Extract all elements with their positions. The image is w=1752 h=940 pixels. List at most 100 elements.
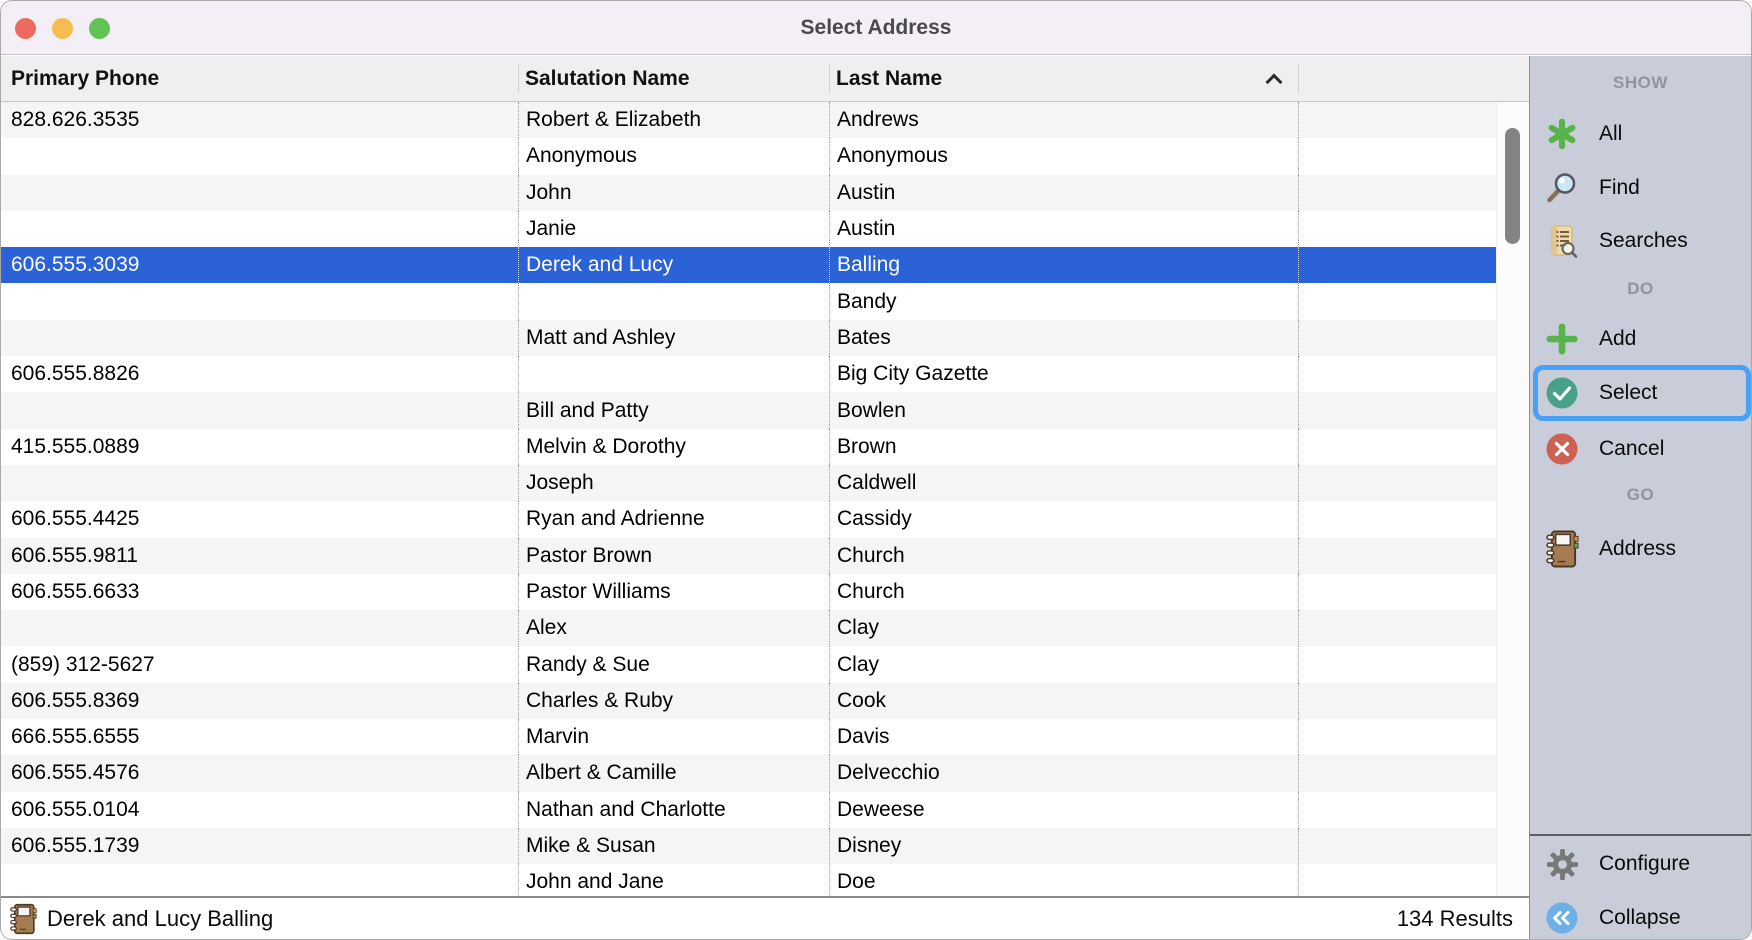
cell-last-name: Church [829, 538, 1298, 574]
table-row[interactable]: Bill and Patty Bowlen [1, 392, 1496, 428]
check-circle-icon [1545, 376, 1579, 410]
sidebar-divider [1530, 834, 1751, 836]
sidebar-item-select[interactable]: Select [1530, 375, 1751, 411]
table-row[interactable]: Matt and Ashley Bates [1, 320, 1496, 356]
close-button[interactable] [15, 18, 36, 39]
select-address-window: Select Address Primary Phone Salutation … [0, 0, 1752, 940]
table-row[interactable]: 606.555.6633 Pastor Williams Church [1, 574, 1496, 610]
table-row[interactable]: 606.555.3039 Derek and Lucy Balling [1, 247, 1496, 283]
cell-empty [1298, 501, 1496, 537]
table-body: 828.626.3535 Robert & Elizabeth Andrews … [1, 102, 1529, 895]
cell-empty [1298, 828, 1496, 864]
cell-last-name: Bowlen [829, 392, 1298, 428]
table-row[interactable]: Janie Austin [1, 211, 1496, 247]
status-bar: Derek and Lucy Balling 134 Results [1, 896, 1529, 939]
table-row[interactable]: 606.555.0104 Nathan and Charlotte Dewees… [1, 792, 1496, 828]
table-row[interactable]: 666.555.6555 Marvin Davis [1, 719, 1496, 755]
section-label-show: SHOW [1530, 73, 1751, 93]
cell-empty [1298, 574, 1496, 610]
cell-empty [1298, 429, 1496, 465]
cell-primary-phone: 415.555.0889 [1, 429, 518, 465]
cell-primary-phone: 606.555.8826 [1, 356, 518, 392]
column-header-last-name[interactable]: Last Name [829, 56, 1298, 101]
cell-salutation-name: Mike & Susan [518, 828, 829, 864]
table-row[interactable]: 606.555.4425 Ryan and Adrienne Cassidy [1, 501, 1496, 537]
cell-empty [1298, 138, 1496, 174]
table-row[interactable]: 606.555.8369 Charles & Ruby Cook [1, 683, 1496, 719]
saved-searches-icon [1545, 224, 1579, 258]
cell-salutation-name [518, 283, 829, 319]
sidebar-item-find[interactable]: Find [1530, 170, 1751, 206]
zoom-button[interactable] [89, 18, 110, 39]
cell-empty [1298, 719, 1496, 755]
scrollbar-thumb[interactable] [1505, 128, 1520, 244]
address-book-icon [1545, 532, 1579, 566]
sidebar-item-all[interactable]: All [1530, 116, 1751, 152]
cell-primary-phone: 828.626.3535 [1, 102, 518, 138]
column-header-empty[interactable] [1298, 56, 1529, 101]
cell-salutation-name: Marvin [518, 719, 829, 755]
cell-primary-phone: 606.555.6633 [1, 574, 518, 610]
titlebar: Select Address [1, 1, 1751, 55]
table-row[interactable]: 415.555.0889 Melvin & Dorothy Brown [1, 429, 1496, 465]
cell-last-name: Anonymous [829, 138, 1298, 174]
asterisk-icon [1545, 117, 1579, 151]
sidebar-item-cancel[interactable]: Cancel [1530, 431, 1751, 467]
cell-salutation-name: Pastor Williams [518, 574, 829, 610]
cell-primary-phone [1, 175, 518, 211]
table-row[interactable]: Anonymous Anonymous [1, 138, 1496, 174]
cell-empty [1298, 211, 1496, 247]
cell-last-name: Big City Gazette [829, 356, 1298, 392]
cell-last-name: Cook [829, 683, 1298, 719]
cell-last-name: Deweese [829, 792, 1298, 828]
sidebar-item-searches[interactable]: Searches [1530, 223, 1751, 259]
cell-primary-phone [1, 392, 518, 428]
window-controls [15, 18, 110, 39]
table-row[interactable]: Bandy [1, 283, 1496, 319]
cell-salutation-name: Melvin & Dorothy [518, 429, 829, 465]
cell-salutation-name: Robert & Elizabeth [518, 102, 829, 138]
cell-last-name: Austin [829, 175, 1298, 211]
minimize-button[interactable] [52, 18, 73, 39]
sidebar-item-add[interactable]: Add [1530, 321, 1751, 357]
table-row[interactable]: 828.626.3535 Robert & Elizabeth Andrews [1, 102, 1496, 138]
table-row[interactable]: John Austin [1, 175, 1496, 211]
cell-primary-phone: 666.555.6555 [1, 719, 518, 755]
table-row[interactable]: 606.555.1739 Mike & Susan Disney [1, 828, 1496, 864]
sidebar-item-configure[interactable]: Configure [1530, 846, 1751, 882]
sidebar-item-collapse[interactable]: Collapse [1530, 900, 1751, 936]
cell-empty [1298, 538, 1496, 574]
cell-primary-phone: 606.555.3039 [1, 247, 518, 283]
table-row[interactable]: Alex Clay [1, 610, 1496, 646]
cell-salutation-name: Bill and Patty [518, 392, 829, 428]
column-header-salutation-name[interactable]: Salutation Name [518, 56, 829, 101]
cell-salutation-name: Derek and Lucy [518, 247, 829, 283]
table-header-row: Primary Phone Salutation Name Last Name [1, 56, 1529, 102]
cell-salutation-name: John and Jane [518, 864, 829, 895]
address-book-icon [9, 901, 37, 937]
cell-salutation-name: Nathan and Charlotte [518, 792, 829, 828]
cell-salutation-name: Alex [518, 610, 829, 646]
cell-last-name: Davis [829, 719, 1298, 755]
cell-primary-phone [1, 283, 518, 319]
cell-last-name: Clay [829, 646, 1298, 682]
cell-last-name: Austin [829, 211, 1298, 247]
cell-last-name: Clay [829, 610, 1298, 646]
cell-last-name: Bates [829, 320, 1298, 356]
gear-icon [1545, 847, 1579, 881]
column-header-primary-phone[interactable]: Primary Phone [1, 56, 518, 101]
cell-primary-phone [1, 211, 518, 247]
table-row[interactable]: John and Jane Doe [1, 864, 1496, 895]
cell-primary-phone [1, 138, 518, 174]
sidebar-item-address[interactable]: Address [1530, 531, 1751, 567]
results-count: 134 Results [1397, 906, 1513, 932]
section-label-do: DO [1530, 279, 1751, 299]
cell-empty [1298, 175, 1496, 211]
table-row[interactable]: 606.555.9811 Pastor Brown Church [1, 538, 1496, 574]
table-row[interactable]: (859) 312-5627 Randy & Sue Clay [1, 646, 1496, 682]
table-row[interactable]: Joseph Caldwell [1, 465, 1496, 501]
cell-salutation-name [518, 356, 829, 392]
table-row[interactable]: 606.555.4576 Albert & Camille Delvecchio [1, 755, 1496, 791]
table-row[interactable]: 606.555.8826 Big City Gazette [1, 356, 1496, 392]
cell-last-name: Caldwell [829, 465, 1298, 501]
